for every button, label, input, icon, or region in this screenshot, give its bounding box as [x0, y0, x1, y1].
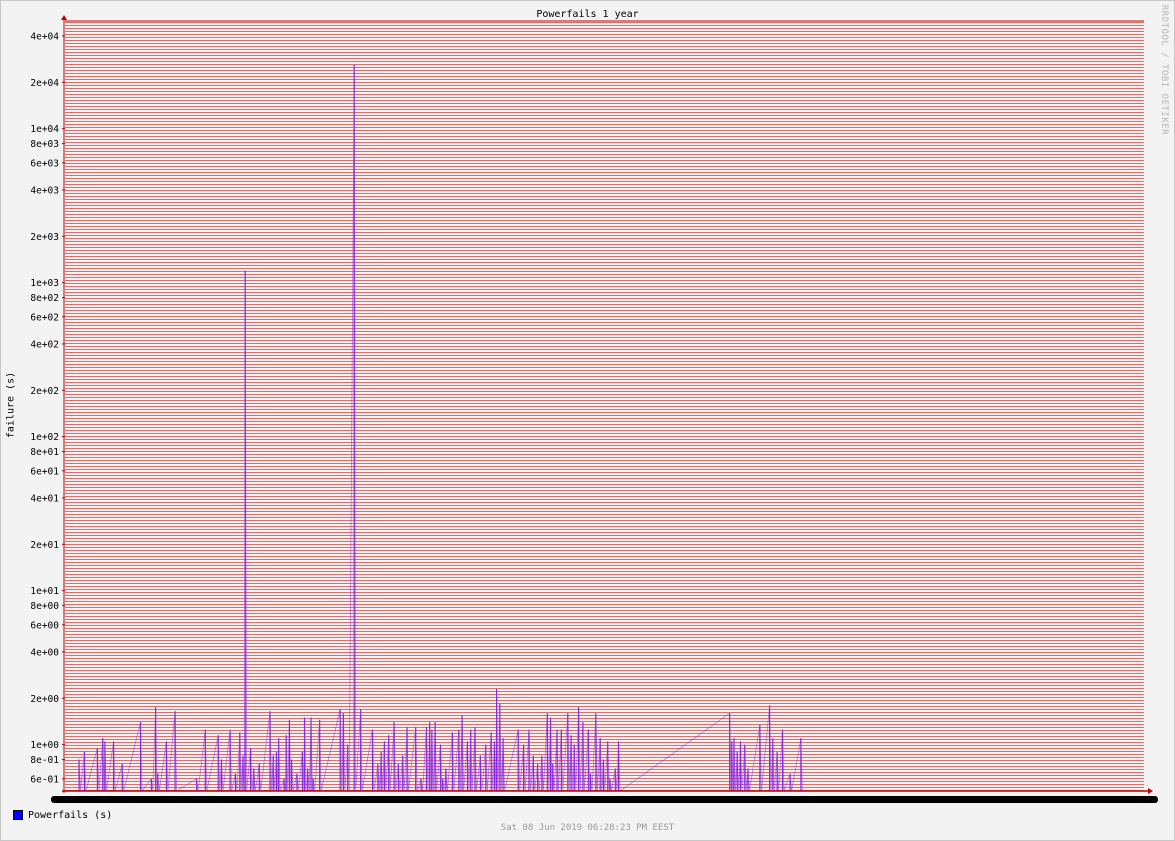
- chart-title: Powerfails 1 year: [536, 9, 639, 20]
- y-tick-label: 6e+02: [30, 312, 59, 323]
- rrdtool-watermark: RRDTOOL / TOBI OETIKER: [1159, 4, 1169, 136]
- y-tick-label: 6e+00: [30, 620, 59, 631]
- legend: Powerfails (s): [13, 809, 112, 821]
- generation-timestamp: Sat 08 Jun 2019 06:28:23 PM EEST: [500, 823, 675, 833]
- y-tick-label: 4e+03: [30, 185, 59, 196]
- y-tick-label: 4e+04: [30, 31, 59, 42]
- y-tick-label: 6e+03: [30, 158, 59, 169]
- y-tick-label: 2e+03: [30, 232, 59, 243]
- y-tick-label: 8e+02: [30, 293, 59, 304]
- y-tick-label: 8e-01: [30, 755, 59, 766]
- y-tick-label: 1e+03: [30, 278, 59, 289]
- y-tick-label: 2e+04: [30, 78, 59, 89]
- y-tick-label: 1e+04: [30, 124, 59, 135]
- x-axis-arrow: [1148, 788, 1153, 794]
- legend-label: Powerfails (s): [28, 809, 113, 821]
- y-axis-label: failure (s): [5, 371, 17, 439]
- y-tick-label: 6e+01: [30, 466, 59, 477]
- y-tick-label: 2e+00: [30, 694, 59, 705]
- y-tick-label: 1e+00: [30, 740, 59, 751]
- x-axis-band: [51, 796, 1158, 803]
- y-tick-label: 6e-01: [30, 774, 59, 785]
- y-tick-label: 2e+02: [30, 386, 59, 397]
- y-tick-label: 4e+02: [30, 339, 59, 350]
- y-tick-label: 4e+01: [30, 493, 59, 504]
- y-tick-label: 1e+02: [30, 432, 59, 443]
- y-tick-labels: 4e+04 2e+04 1e+04 8e+03 6e+03 4e+03 2e+03 1e+03…: [30, 31, 65, 785]
- y-tick-label: 4e+00: [30, 647, 59, 658]
- y-tick-label: 8e+01: [30, 447, 59, 458]
- y-tick-label: 1e+01: [30, 586, 59, 597]
- legend-swatch: [13, 810, 23, 820]
- chart-canvas: 4e+04 2e+04 1e+04 8e+03 6e+03 4e+03 2e+03 1e+03…: [30, 15, 1158, 803]
- y-tick-label: 8e+03: [30, 139, 59, 150]
- y-tick-label: 2e+01: [30, 540, 59, 551]
- y-tick-label: 8e+00: [30, 601, 59, 612]
